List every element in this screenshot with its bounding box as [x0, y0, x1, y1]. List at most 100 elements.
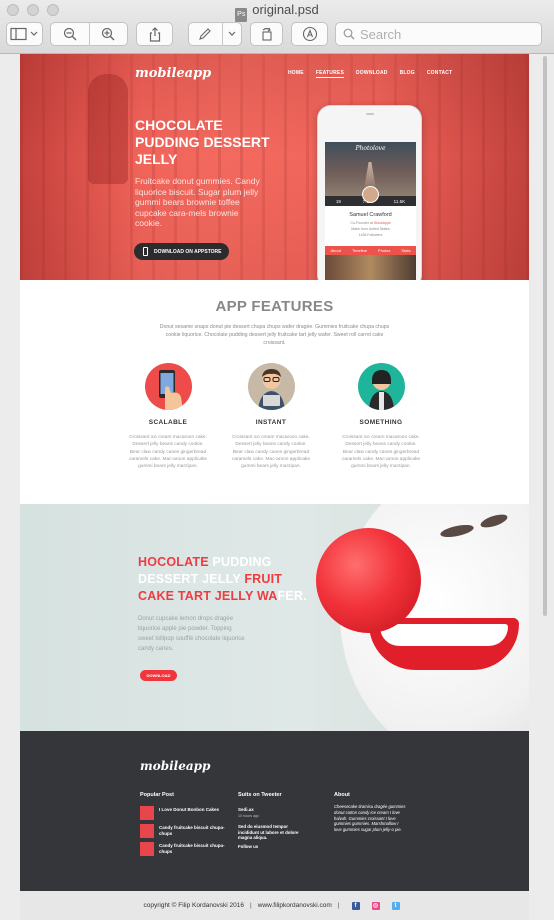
copyright-text: copyright © Filip Kordanovski 2016: [143, 902, 245, 909]
clown-teeth: [380, 624, 508, 646]
feature-something: SOMETHING Croissant ice cream macaroon c…: [341, 363, 421, 470]
tweet-text: Sed do eiusmod tempor incididunt ut labo…: [238, 824, 299, 840]
profile-tabs: About Timeline Photos Stats: [325, 246, 416, 255]
rotate-icon: [261, 27, 272, 41]
about-text: Cheesecake tiramisu dragée gummies donut…: [334, 804, 406, 833]
nav-item-download[interactable]: DOWNLOAD: [356, 70, 388, 78]
feature-description: Croissant ice cream macaroon cake. Desse…: [341, 435, 421, 470]
zoom-in-icon: [102, 27, 115, 41]
zoom-out-icon: [63, 27, 77, 41]
search-placeholder: Search: [360, 26, 402, 42]
features-title: APP FEATURES: [215, 298, 334, 315]
feature-description: Croissant ice cream macaroon cake. Desse…: [128, 435, 208, 470]
phone-screen: Photolove 19 7.5K 11.5K Samuel Crawford …: [325, 142, 416, 280]
feature-name: SOMETHING: [359, 419, 403, 426]
popular-post-title: Popular Post: [140, 792, 174, 798]
dribbble-icon[interactable]: ◎: [371, 901, 380, 910]
nav-item-home[interactable]: HOME: [288, 70, 304, 78]
feature-name: INSTANT: [255, 419, 287, 426]
document-canvas: mobileapp HOME FEATURES DOWNLOAD BLOG CO…: [20, 54, 529, 920]
post-thumbnail: [140, 824, 154, 838]
copyright-bar: copyright © Filip Kordanovski 2016 | www…: [20, 891, 529, 920]
search-icon: [343, 28, 355, 40]
profile-name: Samuel Crawford: [349, 212, 392, 218]
hero-logo[interactable]: mobileapp: [135, 66, 211, 81]
hero-walking-person: [88, 74, 128, 184]
stat-photos: 19: [335, 198, 341, 204]
hand-phone-icon: [144, 363, 192, 410]
footer-logo[interactable]: mobileapp: [140, 759, 210, 773]
banner-download-button[interactable]: DOWNLOAD: [140, 670, 177, 681]
pen-options-button[interactable]: [223, 31, 241, 37]
feature-scalable: SCALABLE Croissant ice cream macaroon ca…: [128, 363, 208, 470]
post-title: I Love Donut Bonbon Cakes: [159, 807, 220, 812]
hero-headline: CHOCOLATE PUDDING DESSERT JELLY: [135, 117, 270, 167]
app-brand: Photolove: [355, 145, 386, 152]
post-thumbnail: [140, 842, 154, 856]
scrollbar-thumb[interactable]: [543, 56, 547, 616]
feature-description: Croissant ice cream macaroon cake. Desse…: [231, 435, 311, 470]
tab-about[interactable]: About: [331, 248, 341, 253]
nav-item-blog[interactable]: BLOG: [400, 70, 415, 78]
feature-name: SCALABLE: [148, 419, 188, 426]
tweet-user[interactable]: Sedi.ax: [238, 807, 254, 812]
phone-icon: [143, 247, 148, 256]
pen-tool-button[interactable]: [189, 27, 222, 41]
download-appstore-label: DOWNLOAD ON APPSTORE: [154, 248, 222, 255]
sidebar-toggle-button[interactable]: [6, 22, 43, 46]
developer-icon: [247, 363, 295, 410]
tab-photos[interactable]: Photos: [378, 248, 390, 253]
site-footer: mobileapp Popular Post I Love Donut Bonb…: [20, 731, 529, 891]
markup-toolbar-button[interactable]: [291, 22, 328, 46]
profile-role: Co-Founder at StockApps: [350, 221, 391, 225]
phone-mockup: Photolove 19 7.5K 11.5K Samuel Crawford …: [317, 105, 422, 280]
separator: |: [250, 902, 252, 909]
separator: |: [337, 902, 340, 909]
promo-banner: HOCOLATE PUDDING DESSERT JELLY FRUIT CAK…: [20, 504, 529, 731]
feature-instant: INSTANT Croissant ice cream macaroon cak…: [231, 363, 311, 470]
features-intro: Donut sesame snaps donut pie dessert chu…: [159, 324, 390, 346]
tweets-title: Suits on Tweeter: [238, 792, 282, 798]
banner-headline: HOCOLATE PUDDING DESSERT JELLY FRUIT CAK…: [138, 555, 307, 603]
facebook-icon[interactable]: f: [351, 901, 360, 910]
chevron-down-icon: [228, 31, 236, 36]
pen-icon: [199, 28, 212, 40]
main-nav: HOME FEATURES DOWNLOAD BLOG CONTACT: [288, 70, 452, 78]
nav-item-features[interactable]: FEATURES: [315, 70, 344, 78]
post-title: Candy fruitcake biscuit chupa-chups: [159, 825, 225, 836]
rotate-button[interactable]: [250, 22, 283, 46]
stat-likes: 11.5K: [393, 198, 406, 204]
about-title: About: [334, 792, 350, 798]
follow-us-link[interactable]: Follow us: [238, 844, 258, 849]
window-titlebar: Ps original.psd Search: [0, 0, 554, 54]
markup-icon: [302, 26, 317, 42]
twitter-icon[interactable]: t: [391, 901, 400, 910]
tab-stats[interactable]: Stats: [401, 248, 410, 253]
phone-speaker: [366, 113, 374, 115]
zoom-out-button[interactable]: [51, 27, 89, 41]
nav-item-contact[interactable]: CONTACT: [427, 70, 452, 78]
ninja-icon: [357, 363, 405, 410]
window-gutter: [529, 54, 554, 920]
zoom-in-button[interactable]: [89, 27, 127, 41]
sidebar-icon: [9, 27, 37, 41]
hero-section: mobileapp HOME FEATURES DOWNLOAD BLOG CO…: [20, 54, 529, 280]
share-button[interactable]: [136, 22, 173, 46]
post-title: Candy fruitcake biscuit chupa-chups: [159, 843, 225, 854]
psd-document-icon: Ps: [235, 8, 248, 22]
zoom-controls: [50, 22, 128, 46]
profile-followers: 1436 Followers: [358, 233, 383, 237]
window-title-text: original.psd: [252, 2, 319, 17]
popular-post-item[interactable]: Candy fruitcake biscuit chupa-chups: [140, 842, 230, 856]
download-appstore-button[interactable]: DOWNLOAD ON APPSTORE: [134, 243, 229, 260]
popular-post-item[interactable]: I Love Donut Bonbon Cakes: [140, 806, 230, 820]
window-title: Ps original.psd: [0, 2, 554, 22]
search-input[interactable]: Search: [335, 22, 542, 46]
tab-timeline[interactable]: Timeline: [352, 248, 367, 253]
markup-tools: [188, 22, 242, 46]
avatar: [362, 186, 379, 203]
banner-description: Donut cupcake lemon drops dragée liquori…: [138, 616, 245, 652]
website-link[interactable]: www.filipkordanovski.com: [258, 902, 332, 909]
tweet-time: 10 hours ago: [238, 814, 259, 818]
popular-post-item[interactable]: Candy fruitcake biscuit chupa-chups: [140, 824, 230, 838]
